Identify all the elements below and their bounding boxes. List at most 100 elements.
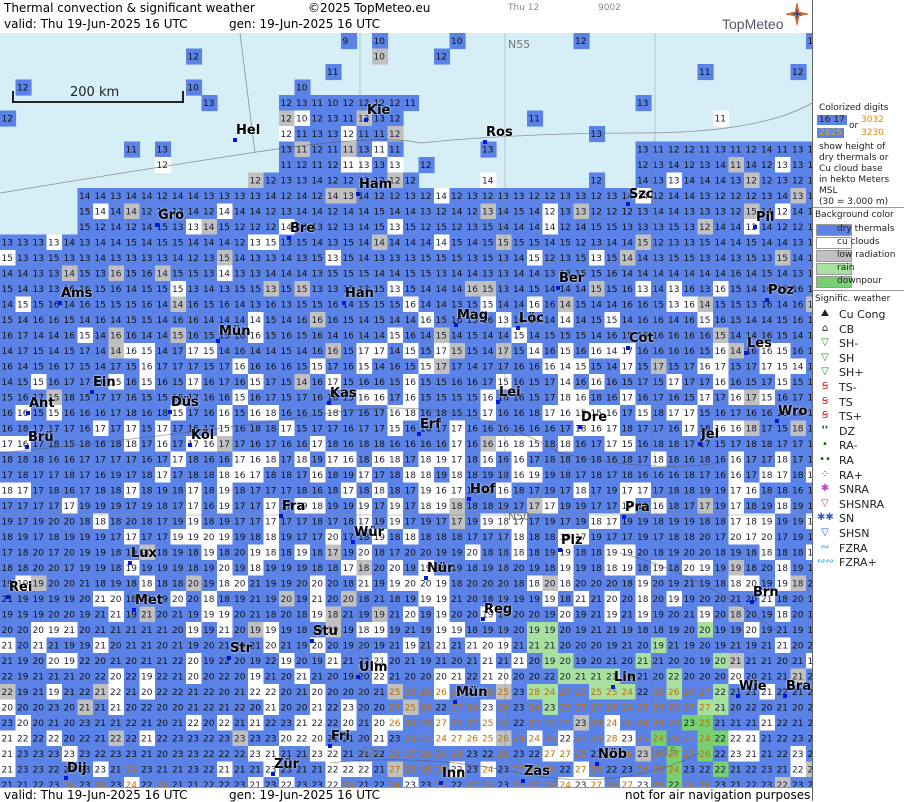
svg-text:17: 17 <box>405 502 416 512</box>
svg-text:19: 19 <box>281 533 293 543</box>
svg-text:18: 18 <box>730 580 742 590</box>
svg-text:15: 15 <box>746 378 757 388</box>
svg-text:19: 19 <box>188 626 200 636</box>
svg-text:18: 18 <box>203 595 215 605</box>
svg-text:15: 15 <box>420 394 431 404</box>
svg-text:11: 11 <box>343 146 354 156</box>
svg-text:19: 19 <box>761 518 773 528</box>
city-label: Jel <box>701 427 719 442</box>
svg-text:28: 28 <box>529 688 541 698</box>
svg-text:16: 16 <box>544 301 556 311</box>
svg-text:13: 13 <box>327 130 338 140</box>
svg-text:19: 19 <box>436 471 448 481</box>
svg-text:19: 19 <box>591 533 603 543</box>
svg-text:21: 21 <box>746 719 757 729</box>
svg-text:19: 19 <box>79 549 91 559</box>
svg-text:19: 19 <box>792 533 804 543</box>
city-dot <box>128 561 132 565</box>
svg-text:16: 16 <box>2 363 14 373</box>
thermal-map[interactable]: 9101012101210121111121210101312131110121… <box>0 33 812 787</box>
svg-text:14: 14 <box>95 347 107 357</box>
svg-text:20: 20 <box>172 626 184 636</box>
svg-text:16: 16 <box>730 270 742 280</box>
svg-text:19: 19 <box>575 502 587 512</box>
svg-text:14: 14 <box>281 270 293 280</box>
legend-desc-3: in hekto Meters <box>819 175 889 185</box>
svg-text:16: 16 <box>203 409 215 419</box>
svg-text:15: 15 <box>498 239 509 249</box>
svg-text:20: 20 <box>188 673 200 683</box>
svg-text:10: 10 <box>451 37 463 47</box>
svg-text:15: 15 <box>715 301 726 311</box>
svg-text:18: 18 <box>296 487 308 497</box>
svg-text:18: 18 <box>653 626 665 636</box>
svg-text:13: 13 <box>482 270 493 280</box>
svg-text:18: 18 <box>265 425 277 435</box>
svg-text:13: 13 <box>389 254 400 264</box>
svg-text:14: 14 <box>250 347 262 357</box>
svg-text:17: 17 <box>17 502 28 512</box>
svg-text:16: 16 <box>529 363 541 373</box>
svg-text:15: 15 <box>327 270 338 280</box>
svg-text:18: 18 <box>606 564 618 574</box>
svg-text:15: 15 <box>699 409 710 419</box>
svg-text:22: 22 <box>141 704 152 714</box>
svg-text:22: 22 <box>777 719 788 729</box>
svg-text:15: 15 <box>141 425 152 435</box>
city-label: Wro <box>778 404 807 419</box>
svg-text:19: 19 <box>296 595 308 605</box>
svg-text:13: 13 <box>777 177 788 187</box>
svg-text:15: 15 <box>467 332 478 342</box>
svg-text:15: 15 <box>312 301 323 311</box>
svg-text:13: 13 <box>792 192 803 202</box>
svg-text:13: 13 <box>250 270 261 280</box>
weather-symbol-label: FZRA <box>839 542 868 555</box>
svg-text:17: 17 <box>110 425 121 435</box>
city-label: Nür <box>427 561 454 576</box>
svg-text:16: 16 <box>637 316 649 326</box>
city-dot <box>356 192 360 196</box>
svg-text:18: 18 <box>761 549 773 559</box>
weather-symbol-label: SHSN <box>839 527 869 540</box>
svg-text:21: 21 <box>250 611 261 621</box>
svg-text:19: 19 <box>792 564 804 574</box>
city-dot <box>328 744 332 748</box>
svg-text:21: 21 <box>141 611 152 621</box>
weather-symbol-label: SHSNRA <box>839 498 884 511</box>
svg-text:17: 17 <box>79 347 90 357</box>
city-dot <box>453 700 457 704</box>
svg-text:23: 23 <box>188 735 199 745</box>
svg-text:15: 15 <box>684 394 695 404</box>
svg-text:16: 16 <box>312 378 324 388</box>
svg-text:12: 12 <box>653 192 664 202</box>
svg-text:13: 13 <box>653 161 664 171</box>
legend-digits-title: Colorized digits <box>819 103 888 113</box>
svg-text:25: 25 <box>575 704 586 714</box>
svg-text:20: 20 <box>64 580 76 590</box>
svg-text:17: 17 <box>110 394 121 404</box>
svg-text:22: 22 <box>250 688 261 698</box>
svg-text:19: 19 <box>668 626 680 636</box>
svg-text:14: 14 <box>343 208 355 218</box>
svg-text:22: 22 <box>529 750 540 760</box>
city-dot <box>483 140 487 144</box>
svg-text:22: 22 <box>312 719 323 729</box>
svg-text:19: 19 <box>250 549 262 559</box>
svg-text:21: 21 <box>684 580 695 590</box>
svg-text:20: 20 <box>281 704 293 714</box>
city-label: Ulm <box>359 660 388 675</box>
svg-text:11: 11 <box>699 68 710 78</box>
svg-text:15: 15 <box>203 301 214 311</box>
svg-text:26: 26 <box>668 688 680 698</box>
svg-text:18: 18 <box>250 564 262 574</box>
svg-text:14: 14 <box>699 270 711 280</box>
svg-text:16: 16 <box>467 440 479 450</box>
svg-text:23: 23 <box>513 688 524 698</box>
svg-text:16: 16 <box>715 471 727 481</box>
svg-text:15: 15 <box>33 301 44 311</box>
svg-text:14: 14 <box>436 285 448 295</box>
svg-text:19: 19 <box>95 533 107 543</box>
svg-text:19: 19 <box>188 611 200 621</box>
svg-text:16: 16 <box>374 378 386 388</box>
svg-text:20: 20 <box>529 673 541 683</box>
